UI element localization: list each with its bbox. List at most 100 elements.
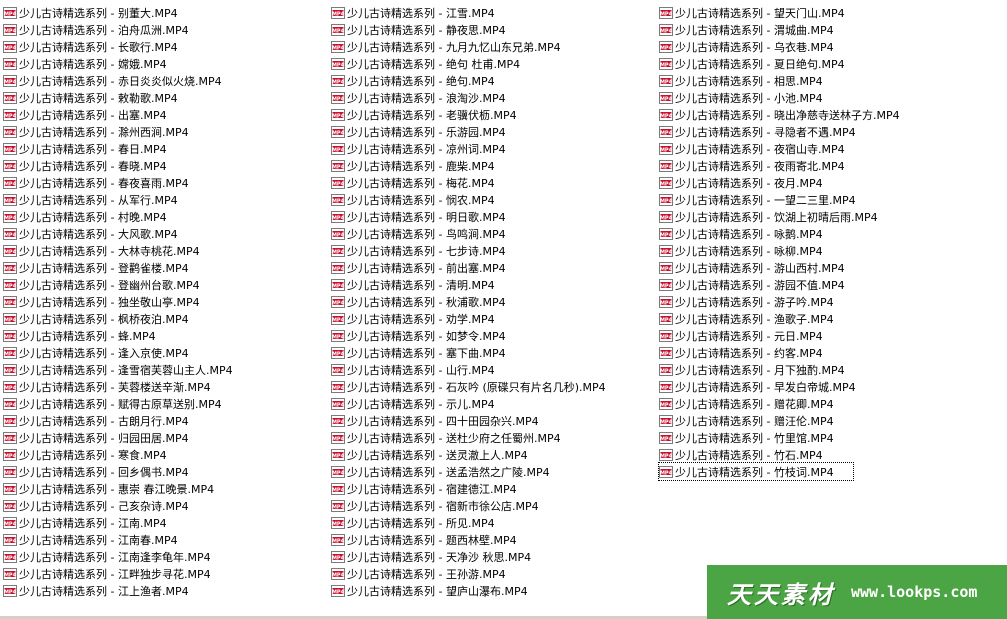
file-item[interactable]: MP4 少儿古诗精选系列 - 竹里馆.MP4 — [659, 429, 984, 446]
file-item[interactable]: MP4 少儿古诗精选系列 - 赤日炎炎似火烧.MP4 — [3, 72, 328, 89]
file-item[interactable]: MP4 少儿古诗精选系列 - 江上渔者.MP4 — [3, 582, 328, 599]
file-item[interactable]: MP4 少儿古诗精选系列 - 夏日绝句.MP4 — [659, 55, 984, 72]
file-item[interactable]: MP4 少儿古诗精选系列 - 春夜喜雨.MP4 — [3, 174, 328, 191]
file-item[interactable]: MP4 少儿古诗精选系列 - 登鹳雀楼.MP4 — [3, 259, 328, 276]
file-item[interactable]: MP4 少儿古诗精选系列 - 寒食.MP4 — [3, 446, 328, 463]
file-item[interactable]: MP4 少儿古诗精选系列 - 江南逢李龟年.MP4 — [3, 548, 328, 565]
file-item[interactable]: MP4 少儿古诗精选系列 - 早发白帝城.MP4 — [659, 378, 984, 395]
file-item[interactable]: MP4 少儿古诗精选系列 - 如梦令.MP4 — [331, 327, 656, 344]
file-item[interactable]: MP4 少儿古诗精选系列 - 浪淘沙.MP4 — [331, 89, 656, 106]
file-item[interactable]: MP4 少儿古诗精选系列 - 独坐敬山亭.MP4 — [3, 293, 328, 310]
file-item[interactable]: MP4 少儿古诗精选系列 - 一望二三里.MP4 — [659, 191, 984, 208]
file-item[interactable]: MP4 少儿古诗精选系列 - 劝学.MP4 — [331, 310, 656, 327]
file-item[interactable]: MP4 少儿古诗精选系列 - 江南.MP4 — [3, 514, 328, 531]
file-item[interactable]: MP4 少儿古诗精选系列 - 元日.MP4 — [659, 327, 984, 344]
file-item[interactable]: MP4 少儿古诗精选系列 - 宿新市徐公店.MP4 — [331, 497, 656, 514]
file-item[interactable]: MP4 少儿古诗精选系列 - 望庐山瀑布.MP4 — [331, 582, 656, 599]
file-item[interactable]: MP4 少儿古诗精选系列 - 望天门山.MP4 — [659, 4, 984, 21]
file-item[interactable]: MP4 少儿古诗精选系列 - 塞下曲.MP4 — [331, 344, 656, 361]
file-item[interactable]: MP4 少儿古诗精选系列 - 明日歌.MP4 — [331, 208, 656, 225]
file-item[interactable]: MP4 少儿古诗精选系列 - 赠花卿.MP4 — [659, 395, 984, 412]
file-item[interactable]: MP4 少儿古诗精选系列 - 渭城曲.MP4 — [659, 21, 984, 38]
file-item[interactable]: MP4 少儿古诗精选系列 - 游子吟.MP4 — [659, 293, 984, 310]
file-item[interactable]: MP4 少儿古诗精选系列 - 绝句.MP4 — [331, 72, 656, 89]
file-item[interactable]: MP4 少儿古诗精选系列 - 江畔独步寻花.MP4 — [3, 565, 328, 582]
file-item[interactable]: MP4 少儿古诗精选系列 - 竹石.MP4 — [659, 446, 984, 463]
file-item[interactable]: MP4 少儿古诗精选系列 - 梅花.MP4 — [331, 174, 656, 191]
file-item[interactable]: MP4 少儿古诗精选系列 - 咏柳.MP4 — [659, 242, 984, 259]
file-item[interactable]: MP4 少儿古诗精选系列 - 相思.MP4 — [659, 72, 984, 89]
file-item[interactable]: MP4 少儿古诗精选系列 - 游山西村.MP4 — [659, 259, 984, 276]
file-item[interactable]: MP4 少儿古诗精选系列 - 示儿.MP4 — [331, 395, 656, 412]
file-item[interactable]: MP4 少儿古诗精选系列 - 凉州词.MP4 — [331, 140, 656, 157]
file-item[interactable]: MP4 少儿古诗精选系列 - 七步诗.MP4 — [331, 242, 656, 259]
file-item[interactable]: MP4 少儿古诗精选系列 - 静夜思.MP4 — [331, 21, 656, 38]
file-item[interactable]: MP4 少儿古诗精选系列 - 宿建德江.MP4 — [331, 480, 656, 497]
file-item[interactable]: MP4 少儿古诗精选系列 - 送孟浩然之广陵.MP4 — [331, 463, 656, 480]
file-item[interactable]: MP4 少儿古诗精选系列 - 逢入京使.MP4 — [3, 344, 328, 361]
file-item[interactable]: MP4 少儿古诗精选系列 - 别董大.MP4 — [3, 4, 328, 21]
file-item[interactable]: MP4 少儿古诗精选系列 - 鹿柴.MP4 — [331, 157, 656, 174]
file-item[interactable]: MP4 少儿古诗精选系列 - 夜宿山寺.MP4 — [659, 140, 984, 157]
file-item[interactable]: MP4 少儿古诗精选系列 - 秋浦歌.MP4 — [331, 293, 656, 310]
file-item[interactable]: MP4 少儿古诗精选系列 - 山行.MP4 — [331, 361, 656, 378]
file-item[interactable]: MP4 少儿古诗精选系列 - 王孙游.MP4 — [331, 565, 656, 582]
file-item[interactable]: MP4 少儿古诗精选系列 - 惠崇 春江晚景.MP4 — [3, 480, 328, 497]
file-item[interactable]: MP4 少儿古诗精选系列 - 游园不值.MP4 — [659, 276, 984, 293]
file-item[interactable]: MP4 少儿古诗精选系列 - 石灰吟 (原碟只有片名几秒).MP4 — [331, 378, 656, 395]
file-item[interactable]: MP4 少儿古诗精选系列 - 嫦娥.MP4 — [3, 55, 328, 72]
file-item[interactable]: MP4 少儿古诗精选系列 - 晓出净慈寺送林子方.MP4 — [659, 106, 984, 123]
file-item[interactable]: MP4 少儿古诗精选系列 - 逢雪宿芙蓉山主人.MP4 — [3, 361, 328, 378]
file-item[interactable]: MP4 少儿古诗精选系列 - 九月九忆山东兄弟.MP4 — [331, 38, 656, 55]
file-item[interactable]: MP4 少儿古诗精选系列 - 大风歌.MP4 — [3, 225, 328, 242]
file-item[interactable]: MP4 少儿古诗精选系列 - 蜂.MP4 — [3, 327, 328, 344]
file-item[interactable]: MP4 少儿古诗精选系列 - 老骥伏枥.MP4 — [331, 106, 656, 123]
file-item[interactable]: MP4 少儿古诗精选系列 - 古朗月行.MP4 — [3, 412, 328, 429]
file-item[interactable]: MP4 少儿古诗精选系列 - 大林寺桃花.MP4 — [3, 242, 328, 259]
file-item[interactable]: MP4 少儿古诗精选系列 - 泊舟瓜洲.MP4 — [3, 21, 328, 38]
file-item[interactable]: MP4 少儿古诗精选系列 - 江南春.MP4 — [3, 531, 328, 548]
file-item[interactable]: MP4 少儿古诗精选系列 - 小池.MP4 — [659, 89, 984, 106]
file-item[interactable]: MP4 少儿古诗精选系列 - 赠汪伦.MP4 — [659, 412, 984, 429]
file-item[interactable]: MP4 少儿古诗精选系列 - 出塞.MP4 — [3, 106, 328, 123]
file-item[interactable]: MP4 少儿古诗精选系列 - 约客.MP4 — [659, 344, 984, 361]
file-list-view[interactable]: MP4 少儿古诗精选系列 - 别董大.MP4 MP4 少儿古诗精选系列 - 泊舟瓜洲.… — [3, 4, 1003, 604]
file-item[interactable]: MP4 少儿古诗精选系列 - 长歌行.MP4 — [3, 38, 328, 55]
file-item[interactable]: MP4 少儿古诗精选系列 - 登幽州台歌.MP4 — [3, 276, 328, 293]
file-item[interactable]: MP4 少儿古诗精选系列 - 归园田居.MP4 — [3, 429, 328, 446]
file-item[interactable]: MP4 少儿古诗精选系列 - 所见.MP4 — [331, 514, 656, 531]
file-item[interactable]: MP4 少儿古诗精选系列 - 乌衣巷.MP4 — [659, 38, 984, 55]
file-item[interactable]: MP4 少儿古诗精选系列 - 春晓.MP4 — [3, 157, 328, 174]
file-item[interactable]: MP4 少儿古诗精选系列 - 月下独酌.MP4 — [659, 361, 984, 378]
file-item[interactable]: MP4 少儿古诗精选系列 - 夜月.MP4 — [659, 174, 984, 191]
file-item[interactable]: MP4 少儿古诗精选系列 - 四十田园杂兴.MP4 — [331, 412, 656, 429]
file-item[interactable]: MP4 少儿古诗精选系列 - 敕勒歌.MP4 — [3, 89, 328, 106]
file-item[interactable]: MP4 少儿古诗精选系列 - 夜雨寄北.MP4 — [659, 157, 984, 174]
file-item[interactable]: MP4 少儿古诗精选系列 - 江雪.MP4 — [331, 4, 656, 21]
file-item[interactable]: MP4 少儿古诗精选系列 - 悯农.MP4 — [331, 191, 656, 208]
file-item[interactable]: MP4 少儿古诗精选系列 - 咏鹅.MP4 — [659, 225, 984, 242]
file-item[interactable]: MP4 少儿古诗精选系列 - 己亥杂诗.MP4 — [3, 497, 328, 514]
file-item[interactable]: MP4 少儿古诗精选系列 - 芙蓉楼送辛渐.MP4 — [3, 378, 328, 395]
file-item[interactable]: MP4 少儿古诗精选系列 - 送杜少府之任蜀州.MP4 — [331, 429, 656, 446]
file-item[interactable]: MP4 少儿古诗精选系列 - 送灵澈上人.MP4 — [331, 446, 656, 463]
file-item[interactable]: MP4 少儿古诗精选系列 - 天净沙 秋思.MP4 — [331, 548, 656, 565]
file-item[interactable]: MP4 少儿古诗精选系列 - 渔歌子.MP4 — [659, 310, 984, 327]
file-item[interactable]: MP4 少儿古诗精选系列 - 前出塞.MP4 — [331, 259, 656, 276]
file-item[interactable]: MP4 少儿古诗精选系列 - 春日.MP4 — [3, 140, 328, 157]
file-item[interactable]: MP4 少儿古诗精选系列 - 清明.MP4 — [331, 276, 656, 293]
file-item[interactable]: MP4 少儿古诗精选系列 - 题西林壁.MP4 — [331, 531, 656, 548]
file-item[interactable]: MP4 少儿古诗精选系列 - 竹枝词.MP4 — [658, 462, 854, 481]
file-item[interactable]: MP4 少儿古诗精选系列 - 枫桥夜泊.MP4 — [3, 310, 328, 327]
file-item[interactable]: MP4 少儿古诗精选系列 - 饮湖上初晴后雨.MP4 — [659, 208, 984, 225]
file-item[interactable]: MP4 少儿古诗精选系列 - 鸟鸣涧.MP4 — [331, 225, 656, 242]
file-item[interactable]: MP4 少儿古诗精选系列 - 村晚.MP4 — [3, 208, 328, 225]
file-item[interactable]: MP4 少儿古诗精选系列 - 乐游园.MP4 — [331, 123, 656, 140]
file-name: 少儿古诗精选系列 - 凉州词.MP4 — [347, 142, 506, 156]
file-item[interactable]: MP4 少儿古诗精选系列 - 绝句 杜甫.MP4 — [331, 55, 656, 72]
file-item[interactable]: MP4 少儿古诗精选系列 - 赋得古原草送别.MP4 — [3, 395, 328, 412]
file-item[interactable]: MP4 少儿古诗精选系列 - 回乡偶书.MP4 — [3, 463, 328, 480]
file-item[interactable]: MP4 少儿古诗精选系列 - 寻隐者不遇.MP4 — [659, 123, 984, 140]
file-item[interactable]: MP4 少儿古诗精选系列 - 从军行.MP4 — [3, 191, 328, 208]
file-item[interactable]: MP4 少儿古诗精选系列 - 滁州西涧.MP4 — [3, 123, 328, 140]
